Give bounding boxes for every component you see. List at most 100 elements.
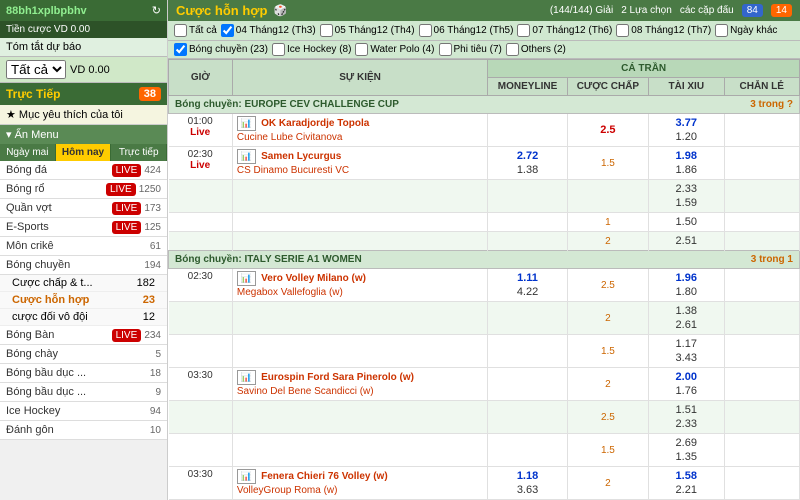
ml-b[interactable]: 1.38	[492, 163, 562, 177]
chap-val[interactable]: 1.5	[599, 157, 617, 170]
sidebar-subitem-cuoc-chap[interactable]: Cược chấp & t... 182	[0, 275, 167, 292]
taixiu-b[interactable]: 1.76	[653, 384, 719, 398]
taixiu-b[interactable]: 1.20	[653, 130, 719, 144]
chanle-cell	[724, 269, 800, 302]
ml-b[interactable]: 3.63	[492, 483, 562, 497]
table-row: 03:30 📊 Eurospin Ford Sara Pinerolo (w) …	[169, 368, 800, 401]
team-a[interactable]: Vero Volley Milano (w)	[261, 273, 366, 284]
ml-b[interactable]: 4.22	[492, 285, 562, 299]
live-count-badge: 38	[139, 87, 161, 101]
col-cuoc-chap: CƯỢC CHẤP	[567, 78, 648, 96]
sidebar-item-bong-da[interactable]: Bóng đá LIVE 424	[0, 161, 167, 180]
team-a[interactable]: Fenera Chieri 76 Volley (w)	[261, 471, 388, 482]
live-badge: LIVE	[112, 329, 142, 342]
taixiu-a[interactable]: 2.51	[653, 234, 719, 248]
chap-val[interactable]: 2.5	[599, 279, 617, 292]
match-time: 02:30	[169, 269, 233, 302]
chap-cell: 2	[567, 467, 648, 500]
taixiu-b[interactable]: 1.59	[653, 196, 719, 210]
taixiu-a[interactable]: 1.50	[653, 215, 719, 229]
chanle-cell	[724, 114, 800, 147]
sidebar-item-danh-gon[interactable]: Đánh gôn 10	[0, 421, 167, 440]
more-link-2[interactable]: 3 trong 1	[751, 254, 793, 265]
team-b[interactable]: Megabox Vallefoglia (w)	[237, 287, 343, 298]
col-tai-xiu: TÀI XIU	[649, 78, 724, 96]
filter-others[interactable]: Others (2)	[506, 43, 566, 56]
sidebar-tabs: Ngày mai Hôm nay Trực tiếp	[0, 144, 167, 161]
sidebar-item-bong-chuyen[interactable]: Bóng chuyền 194	[0, 256, 167, 275]
chap-val[interactable]: 2.5	[572, 123, 644, 137]
sidebar-item-bong-bau-duc-1[interactable]: Bóng bầu dục ... 18	[0, 364, 167, 383]
chap-extra: 2	[567, 232, 648, 251]
match-event: 📊 Eurospin Ford Sara Pinerolo (w) Savino…	[232, 368, 487, 401]
sidebar-item-bong-chay[interactable]: Bóng chày 5	[0, 345, 167, 364]
chap-extra: 2	[567, 302, 648, 335]
sidebar-item-bong-ban[interactable]: Bóng Bàn LIVE 234	[0, 326, 167, 345]
chap-extra: 1	[567, 213, 648, 232]
filter-07-thang12[interactable]: 07 Tháng12 (Th6)	[517, 24, 612, 37]
taixiu-a[interactable]: 1.98	[653, 149, 719, 163]
team-a[interactable]: Eurospin Ford Sara Pinerolo (w)	[261, 372, 414, 383]
taixiu-b[interactable]: 1.86	[653, 163, 719, 177]
filter-08-thang12[interactable]: 08 Tháng12 (Th7)	[616, 24, 711, 37]
tab-hom-nay[interactable]: Hôm nay	[56, 144, 112, 161]
live-badge: LIVE	[112, 221, 142, 234]
taixiu-b[interactable]: 1.80	[653, 285, 719, 299]
team-b[interactable]: Savino Del Bene Scandicci (w)	[237, 386, 374, 397]
sidebar-item-quan-vot[interactable]: Quần vợt LIVE 173	[0, 199, 167, 218]
sidebar-item-esports[interactable]: E-Sports LIVE 125	[0, 218, 167, 237]
badge-14: 14	[771, 4, 792, 17]
truc-tiep-button[interactable]: Trực Tiếp 38	[0, 83, 167, 105]
menu-header[interactable]: ▾ Ẩn Menu	[0, 125, 167, 144]
team-b[interactable]: VolleyGroup Roma (w)	[237, 485, 338, 496]
table-row: 02:30 Live 📊 Samen Lycurgus CS Dinamo Bu…	[169, 147, 800, 180]
filter-row-1: Tất cả 04 Tháng12 (Th3) 05 Tháng12 (Th4)…	[168, 21, 800, 41]
sidebar-item-ice-hockey[interactable]: Ice Hockey 94	[0, 402, 167, 421]
sidebar-subitem-cuoc-hon-hop[interactable]: Cược hỗn hợp 23	[0, 292, 167, 309]
tomtat-section: Tóm tắt dự báo	[0, 38, 167, 57]
taixiu-a[interactable]: 1.96	[653, 271, 719, 285]
matches-table-container: GIỜ SỰ KIỆN CÁ TRẦN MONEYLINE CƯỢC CHẤP …	[168, 59, 800, 500]
filter-phi-tieu[interactable]: Phi tiêu (7)	[439, 43, 502, 56]
ml-a[interactable]: 1.18	[492, 469, 562, 483]
col-suvien: SỰ KIỆN	[232, 60, 487, 96]
tab-ngay-mai[interactable]: Ngày mai	[0, 144, 56, 161]
sidebar-item-mon-crike[interactable]: Môn crikê 61	[0, 237, 167, 256]
filter-tat-ca[interactable]: Tất cả	[174, 24, 217, 37]
filter-water-polo[interactable]: Water Polo (4)	[355, 43, 434, 56]
taixiu-cell: 1.58 2.21	[649, 467, 724, 500]
match-event: 📊 Vero Volley Milano (w) Megabox Vallefo…	[232, 269, 487, 302]
taixiu-a[interactable]: 3.77	[653, 116, 719, 130]
ml-a[interactable]: 2.72	[492, 149, 562, 163]
more-link-1[interactable]: 3 trong ?	[750, 99, 793, 110]
chap-cell: 2.5	[567, 114, 648, 147]
taixiu-a[interactable]: 2.00	[653, 370, 719, 384]
filter-ice-hockey[interactable]: Ice Hockey (8)	[272, 43, 351, 56]
taixiu-a[interactable]: 2.33	[653, 182, 719, 196]
team-b[interactable]: CS Dinamo Bucuresti VC	[237, 165, 349, 176]
filter-04-thang12[interactable]: 04 Tháng12 (Th3)	[221, 24, 316, 37]
table-row-extra: 2.33 1.59	[169, 180, 800, 213]
badge-84: 84	[742, 4, 763, 17]
chanle-cell	[724, 368, 800, 401]
match-event: 📊 Samen Lycurgus CS Dinamo Bucuresti VC	[232, 147, 487, 180]
sidebar-item-bong-ro[interactable]: Bóng rổ LIVE 1250	[0, 180, 167, 199]
table-row-extra: 2.5 1.51 2.33	[169, 401, 800, 434]
filter-ngay-khac[interactable]: Ngày khác	[715, 24, 777, 37]
filter-05-thang12[interactable]: 05 Tháng12 (Th4)	[320, 24, 415, 37]
filter-06-thang12[interactable]: 06 Tháng12 (Th5)	[419, 24, 514, 37]
filter-bong-chuyen[interactable]: Bóng chuyền (23)	[174, 43, 268, 56]
section-header-2: Bóng chuyền: ITALY SERIE A1 WOMEN 3 tron…	[169, 251, 800, 269]
ml-a[interactable]: 1.11	[492, 271, 562, 285]
chap-val[interactable]: 2	[603, 378, 613, 391]
favorites-section[interactable]: ★ Mục yêu thích của tôi	[0, 105, 167, 125]
sidebar-item-bong-bau-duc-2[interactable]: Bóng bầu dục ... 9	[0, 383, 167, 402]
team-a[interactable]: Samen Lycurgus	[261, 151, 341, 162]
tatca-row: Tất cả VD 0.00	[0, 57, 167, 83]
tab-truc-tiep[interactable]: Trực tiếp	[111, 144, 167, 161]
sidebar-subitem-cuoc-doi[interactable]: cược đối vô đội 12	[0, 309, 167, 326]
refresh-icon[interactable]: ↻	[152, 4, 161, 17]
team-a[interactable]: OK Karadjordje Topola	[261, 118, 369, 129]
tatca-select[interactable]: Tất cả	[6, 60, 66, 79]
team-b[interactable]: Cucine Lube Civitanova	[237, 132, 343, 143]
